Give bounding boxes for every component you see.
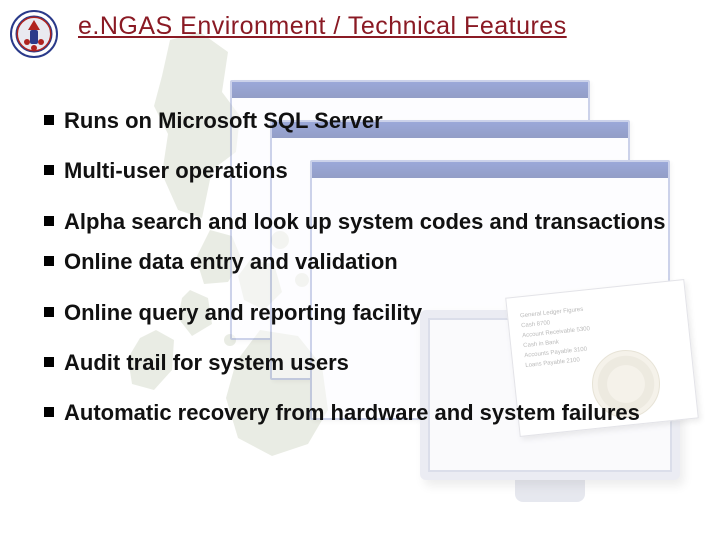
feature-item: Automatic recovery from hardware and sys… xyxy=(44,400,690,426)
org-logo xyxy=(10,10,58,58)
feature-item: Online data entry and validation xyxy=(44,249,690,275)
feature-item: Online query and reporting facility xyxy=(44,300,690,326)
feature-list: Runs on Microsoft SQL Server Multi-user … xyxy=(44,108,690,451)
page-title: e.NGAS Environment / Technical Features xyxy=(78,12,638,41)
bullet-icon xyxy=(44,115,54,125)
bullet-icon xyxy=(44,357,54,367)
feature-text: Multi-user operations xyxy=(64,158,690,184)
bullet-icon xyxy=(44,165,54,175)
bullet-icon xyxy=(44,407,54,417)
bullet-icon xyxy=(44,307,54,317)
feature-text: Audit trail for system users xyxy=(64,350,690,376)
feature-item: Alpha search and look up system codes an… xyxy=(44,209,690,235)
feature-item: Audit trail for system users xyxy=(44,350,690,376)
bullet-icon xyxy=(44,256,54,266)
bullet-icon xyxy=(44,216,54,226)
feature-item: Runs on Microsoft SQL Server xyxy=(44,108,690,134)
feature-text: Runs on Microsoft SQL Server xyxy=(64,108,690,134)
feature-text: Online data entry and validation xyxy=(64,249,690,275)
feature-text: Alpha search and look up system codes an… xyxy=(64,209,690,235)
feature-item: Multi-user operations xyxy=(44,158,690,184)
feature-text: Online query and reporting facility xyxy=(64,300,690,326)
feature-text: Automatic recovery from hardware and sys… xyxy=(64,400,690,426)
